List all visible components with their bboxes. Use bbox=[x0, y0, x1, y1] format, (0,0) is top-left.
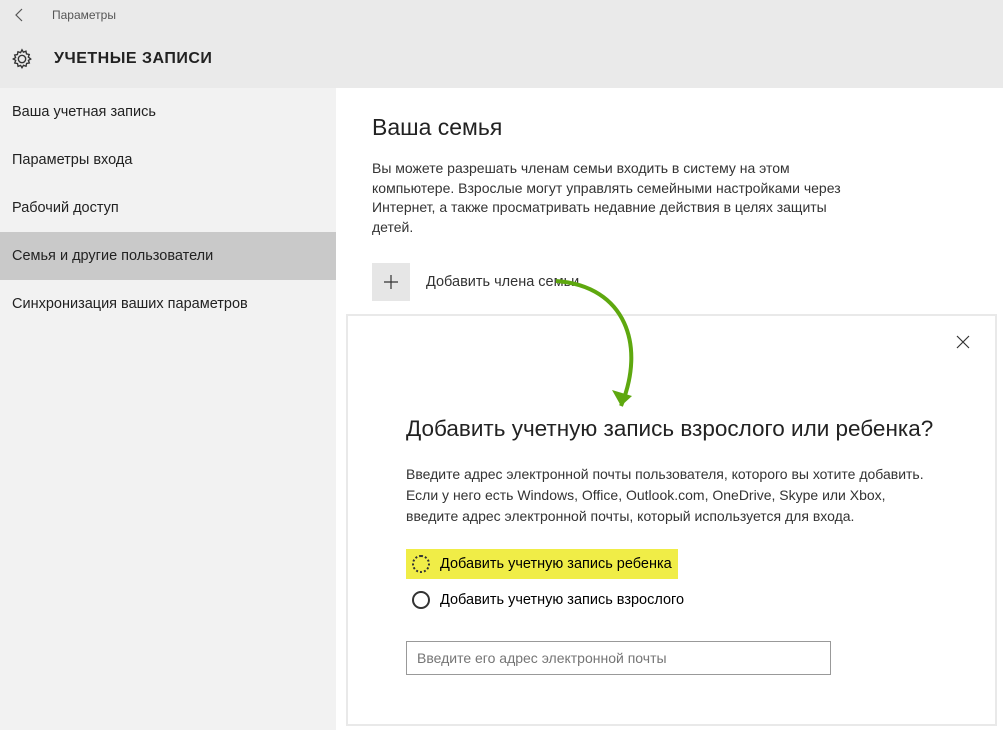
radio-option-child[interactable]: Добавить учетную запись ребенка bbox=[406, 549, 678, 579]
plus-icon bbox=[372, 263, 410, 301]
sidebar-item-sync[interactable]: Синхронизация ваших параметров bbox=[0, 280, 336, 328]
radio-icon bbox=[412, 591, 430, 609]
radio-icon bbox=[412, 555, 430, 573]
email-field[interactable] bbox=[406, 641, 831, 675]
sidebar-item-label: Ваша учетная запись bbox=[12, 104, 156, 120]
header: УЧЕТНЫЕ ЗАПИСИ bbox=[0, 30, 1003, 88]
add-family-member-button[interactable]: Добавить члена семьи bbox=[372, 263, 967, 301]
page-title: УЧЕТНЫЕ ЗАПИСИ bbox=[54, 50, 212, 68]
sidebar-item-signin[interactable]: Параметры входа bbox=[0, 136, 336, 184]
back-button[interactable] bbox=[8, 3, 32, 27]
sidebar-item-family[interactable]: Семья и другие пользователи bbox=[0, 232, 336, 280]
close-icon bbox=[956, 335, 970, 349]
dialog-title: Добавить учетную запись взрослого или ре… bbox=[406, 416, 937, 442]
close-button[interactable] bbox=[953, 332, 973, 352]
add-account-dialog: Добавить учетную запись взрослого или ре… bbox=[347, 315, 996, 725]
sidebar: Ваша учетная запись Параметры входа Рабо… bbox=[0, 88, 336, 730]
titlebar-label: Параметры bbox=[52, 8, 116, 22]
sidebar-item-label: Синхронизация ваших параметров bbox=[12, 296, 248, 312]
gear-icon bbox=[10, 47, 34, 71]
settings-window: Параметры УЧЕТНЫЕ ЗАПИСИ Ваша учетная за… bbox=[0, 0, 1003, 730]
sidebar-item-label: Параметры входа bbox=[12, 152, 132, 168]
titlebar: Параметры bbox=[0, 0, 1003, 30]
sidebar-item-account[interactable]: Ваша учетная запись bbox=[0, 88, 336, 136]
section-title: Ваша семья bbox=[372, 114, 967, 141]
sidebar-item-workaccess[interactable]: Рабочий доступ bbox=[0, 184, 336, 232]
add-family-member-label: Добавить члена семьи bbox=[426, 274, 579, 290]
sidebar-item-label: Семья и другие пользователи bbox=[12, 248, 213, 264]
dialog-desc: Введите адрес электронной почты пользова… bbox=[406, 464, 936, 527]
sidebar-item-label: Рабочий доступ bbox=[12, 200, 119, 216]
radio-label: Добавить учетную запись ребенка bbox=[440, 556, 672, 572]
section-desc: Вы можете разрешать членам семьи входить… bbox=[372, 159, 852, 237]
radio-label: Добавить учетную запись взрослого bbox=[440, 592, 684, 608]
radio-option-adult[interactable]: Добавить учетную запись взрослого bbox=[406, 585, 937, 615]
